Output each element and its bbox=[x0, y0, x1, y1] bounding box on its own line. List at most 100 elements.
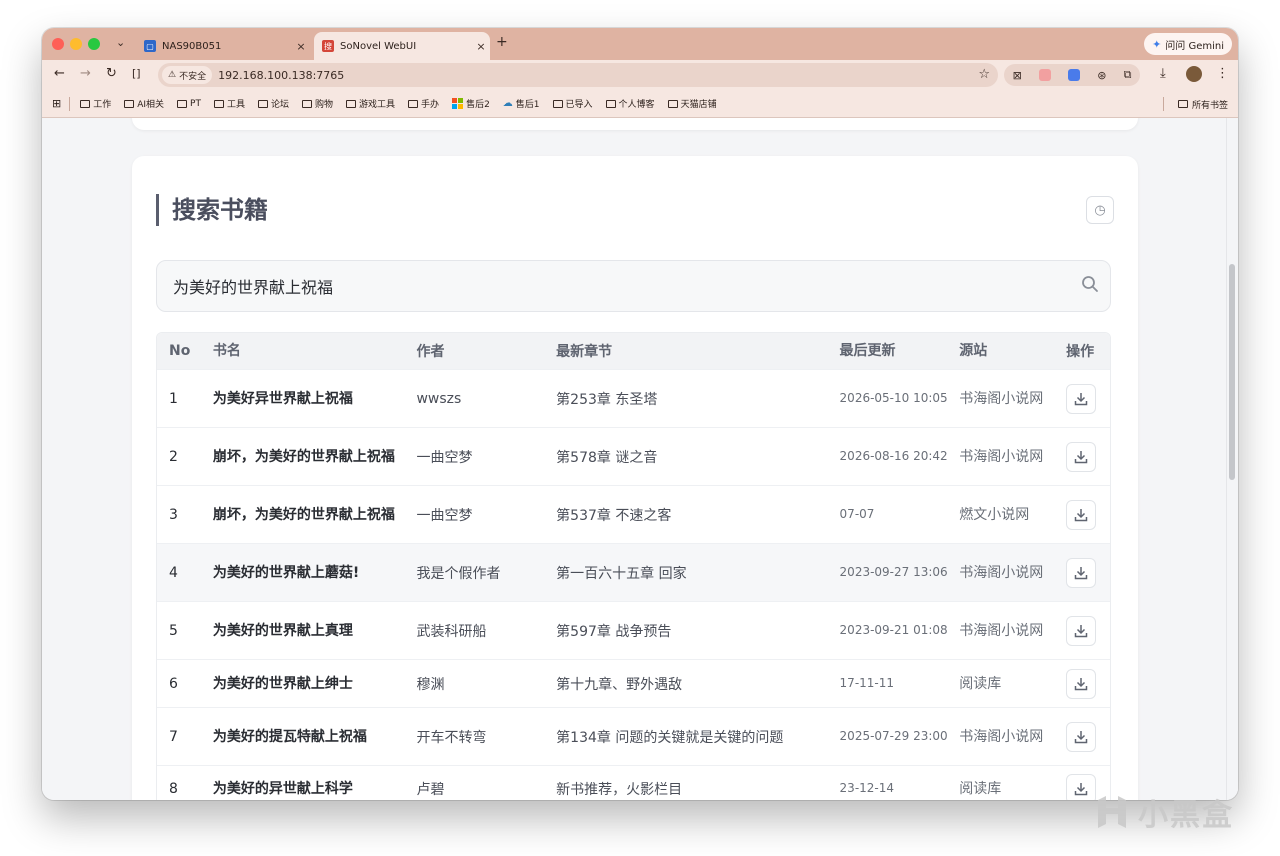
actions-cell bbox=[1066, 499, 1110, 530]
insecure-label: 不安全 bbox=[179, 71, 207, 82]
profile-avatar[interactable] bbox=[1186, 66, 1202, 86]
tab-nas[interactable]: ▢ NAS90B051 × bbox=[136, 32, 310, 60]
bookmark-item[interactable]: 售后2 bbox=[452, 97, 490, 110]
insecure-badge[interactable]: ⚠ 不安全 bbox=[162, 66, 213, 84]
last-updated: 2023-09-21 01:08 bbox=[839, 623, 948, 637]
table-row: 6 为美好的世界献上绅士 穆渊 第十九章、野外遇敌 17-11-11 阅读库 bbox=[157, 660, 1110, 708]
reload-icon[interactable]: ↻ bbox=[106, 66, 117, 81]
search-card: 搜索书籍 ◷ 为美好的世界献上祝福 No 书名 作者 最新章节 最后更新 源站 bbox=[132, 156, 1138, 800]
latest-chapter: 第十九章、野外遇敌 bbox=[556, 676, 683, 693]
tab-sonovel[interactable]: 搜 SoNovel WebUI × bbox=[314, 32, 490, 60]
tab-close-button[interactable]: × bbox=[292, 40, 310, 53]
clock-icon: ◷ bbox=[1094, 202, 1106, 218]
maximize-window-button[interactable] bbox=[88, 38, 100, 50]
actions-cell bbox=[1066, 441, 1110, 472]
download-button[interactable] bbox=[1066, 557, 1097, 588]
bookmark-item[interactable]: AI相关 bbox=[124, 97, 164, 110]
bookmark-item[interactable]: 已导入 bbox=[552, 97, 593, 110]
download-button[interactable] bbox=[1066, 615, 1097, 646]
book-author: 一曲空梦 bbox=[416, 507, 473, 524]
source-site: 书海阁小说网 bbox=[959, 728, 1044, 745]
gemini-button[interactable]: ✦ 问问 Gemini bbox=[1144, 33, 1232, 55]
row-number: 5 bbox=[169, 622, 178, 639]
column-header: 源站 bbox=[959, 343, 988, 359]
folder-icon bbox=[258, 99, 268, 108]
download-button[interactable] bbox=[1066, 383, 1097, 414]
column-header: 书名 bbox=[212, 343, 241, 359]
back-arrow-icon[interactable]: ← bbox=[54, 66, 65, 81]
book-title: 为美好的世界献上蘑菇! bbox=[212, 564, 360, 581]
tab-search-chevron-icon[interactable]: ⌄ bbox=[116, 36, 125, 49]
forward-arrow-icon[interactable]: → bbox=[80, 66, 91, 81]
bookmark-item[interactable]: 购物 bbox=[302, 97, 333, 110]
bookmark-item[interactable]: ☁ 售后1 bbox=[503, 97, 540, 110]
all-bookmarks-button[interactable]: 所有书签 bbox=[1162, 90, 1228, 118]
table-row: 8 为美好的异世献上科学 卢碧 新书推荐，火影栏目 23-12-14 阅读库 bbox=[157, 766, 1110, 800]
download-icon bbox=[1074, 566, 1088, 579]
bookmark-label: 游戏工具 bbox=[359, 100, 396, 110]
download-icon bbox=[1074, 730, 1088, 743]
bookmark-item[interactable]: 个人博客 bbox=[605, 97, 655, 110]
last-updated: 2023-09-27 13:06 bbox=[839, 565, 948, 579]
blue-extension-icon[interactable] bbox=[1068, 69, 1081, 81]
column-header: 操作 bbox=[1066, 344, 1095, 360]
bookmark-label: 已导入 bbox=[565, 100, 593, 110]
puzzle-extensions-icon[interactable]: ⧉ bbox=[1124, 68, 1132, 82]
bookmark-item[interactable]: 天猫店铺 bbox=[667, 97, 717, 110]
source-site: 书海阁小说网 bbox=[959, 448, 1044, 465]
title-accent-bar bbox=[156, 194, 159, 226]
browser-window: ⌄ ▢ NAS90B051 × 搜 SoNovel WebUI × + ✦ 问问… bbox=[42, 28, 1238, 800]
bookmark-item[interactable]: 游戏工具 bbox=[346, 97, 395, 110]
scrollbar-thumb[interactable] bbox=[1229, 264, 1235, 480]
tab-close-button[interactable]: × bbox=[472, 40, 490, 53]
download-icon[interactable]: ⤓ bbox=[1160, 66, 1166, 81]
table-row: 1 为美好异世界献上祝福 wwszs 第253章 东圣塔 2026-05-10 10:0… bbox=[157, 370, 1110, 428]
folder-icon bbox=[302, 99, 313, 108]
screenshot-extension-icon[interactable]: ⊠ bbox=[1013, 69, 1022, 82]
bookmark-separator bbox=[69, 96, 71, 111]
bookmark-label: 工具 bbox=[226, 100, 245, 110]
folder-icon bbox=[124, 99, 135, 108]
pink-extension-icon[interactable] bbox=[1038, 69, 1051, 81]
close-window-button[interactable] bbox=[52, 38, 64, 50]
search-input-value[interactable]: 为美好的世界献上祝福 bbox=[173, 274, 1070, 298]
bookmark-item[interactable]: 工具 bbox=[213, 97, 245, 110]
book-title: 崩坏，为美好的世界献上祝福 bbox=[212, 506, 395, 523]
folder-icon bbox=[80, 99, 91, 108]
windows-logo-icon bbox=[452, 98, 464, 109]
download-button[interactable] bbox=[1066, 721, 1097, 752]
address-bar[interactable]: ⚠ 不安全 192.168.100.138:7765 ☆ bbox=[158, 63, 998, 87]
actions-cell bbox=[1066, 615, 1110, 646]
avatar bbox=[1186, 66, 1202, 82]
more-menu-icon[interactable]: ⋮ bbox=[1216, 66, 1229, 81]
search-input[interactable]: 为美好的世界献上祝福 bbox=[156, 260, 1111, 312]
bookmark-item[interactable]: 工作 bbox=[80, 97, 111, 110]
download-button[interactable] bbox=[1066, 441, 1097, 472]
row-number: 2 bbox=[169, 448, 178, 465]
apps-grid-icon[interactable]: ⊞ bbox=[52, 97, 61, 110]
bookmark-item[interactable]: 手办 bbox=[408, 97, 439, 110]
bookmark-item[interactable]: PT bbox=[177, 99, 201, 109]
minimize-window-button[interactable] bbox=[70, 38, 82, 50]
new-tab-button[interactable]: + bbox=[496, 34, 508, 50]
page-title: 搜索书籍 bbox=[172, 196, 268, 224]
openai-extension-icon[interactable]: ⊛ bbox=[1097, 69, 1106, 82]
source-site: 书海阁小说网 bbox=[959, 390, 1044, 407]
book-author: 武装科研船 bbox=[416, 623, 487, 640]
download-button[interactable] bbox=[1066, 668, 1097, 699]
latest-chapter: 第一百六十五章 回家 bbox=[556, 565, 687, 582]
download-button[interactable] bbox=[1066, 499, 1097, 530]
folder-icon bbox=[1177, 100, 1188, 108]
search-icon[interactable] bbox=[1070, 275, 1110, 298]
download-icon bbox=[1074, 392, 1088, 405]
bookmark-star-icon[interactable]: ☆ bbox=[978, 67, 990, 82]
folder-icon bbox=[346, 99, 357, 108]
sonovel-favicon-icon: 搜 bbox=[322, 40, 334, 52]
side-panel-icon[interactable]: [] bbox=[132, 67, 141, 80]
url-text[interactable]: 192.168.100.138:7765 bbox=[218, 69, 344, 82]
bookmark-item[interactable]: 论坛 bbox=[258, 97, 289, 110]
book-title: 崩坏，为美好的世界献上祝福 bbox=[212, 448, 395, 465]
column-header: 最新章节 bbox=[556, 344, 613, 360]
row-number: 4 bbox=[169, 564, 178, 581]
history-clock-button[interactable]: ◷ bbox=[1086, 196, 1114, 224]
